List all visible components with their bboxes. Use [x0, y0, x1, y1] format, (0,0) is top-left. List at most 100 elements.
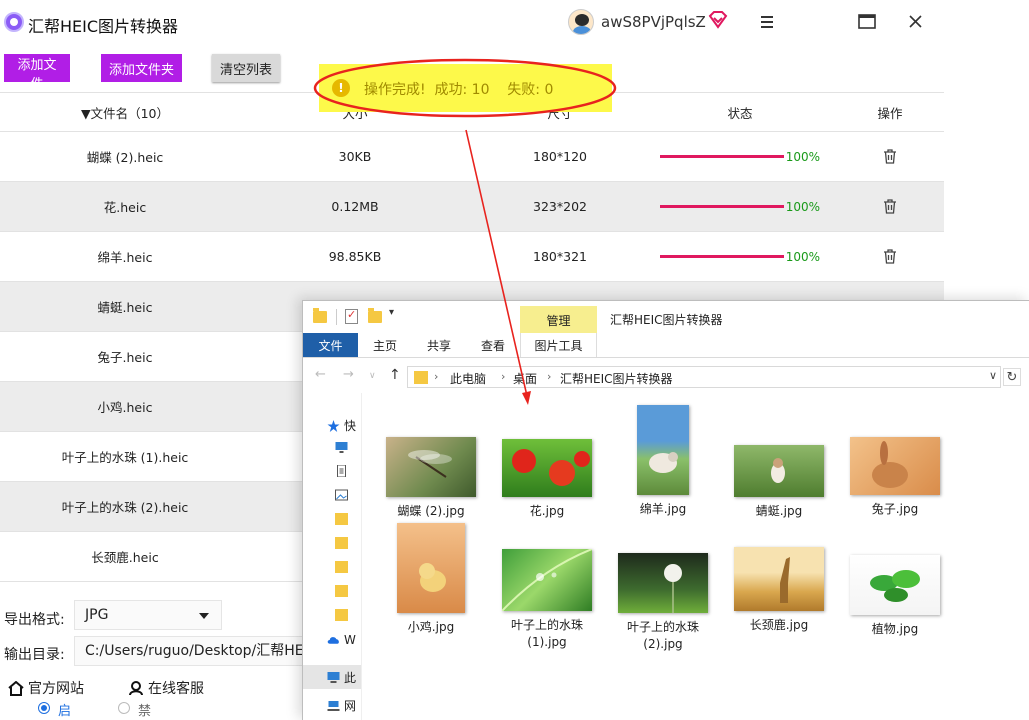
user-name[interactable]: awS8PVjPqlsZ	[601, 13, 706, 31]
nav-onedrive-label: W	[344, 633, 356, 647]
app-title: 汇帮HEIC图片转换器	[28, 17, 179, 36]
nav-quick-access-label: 快	[344, 419, 357, 433]
nav-pictures[interactable]	[335, 489, 348, 501]
progress-bar	[660, 155, 784, 158]
delete-button[interactable]	[840, 132, 940, 181]
radio-disable[interactable]	[118, 702, 130, 714]
file-thumbnail[interactable]: 兔子.jpg	[839, 437, 951, 518]
nav-documents[interactable]	[335, 465, 348, 477]
format-select[interactable]: JPG	[74, 600, 222, 630]
progress-bar	[660, 205, 784, 208]
delete-button[interactable]	[840, 232, 940, 281]
radio-disable-label[interactable]: 禁用	[138, 700, 151, 720]
file-size: 0.12MB	[331, 199, 379, 214]
up-arrow-icon[interactable]: ↑	[389, 367, 401, 383]
folder-icon[interactable]	[313, 308, 327, 323]
new-folder-icon[interactable]	[368, 308, 382, 323]
recent-chevron-icon[interactable]: ∨	[369, 371, 376, 381]
ribbon-context-manage[interactable]: 管理	[520, 306, 597, 334]
file-name: 小鸡.heic	[97, 400, 153, 415]
nav-network[interactable]: 网	[327, 697, 356, 714]
file-thumbnail[interactable]: 绵羊.jpg	[607, 405, 719, 518]
nav-folder[interactable]	[335, 513, 348, 525]
trash-icon[interactable]	[883, 249, 897, 264]
thumbnail-label: 绵羊.jpg	[639, 502, 687, 516]
title-bar: 汇帮HEIC图片转换器 awS8PVjPqlsZ	[0, 0, 944, 46]
table-row[interactable]: 花.heic 0.12MB 323*202 100%	[0, 182, 944, 232]
maximize-icon[interactable]	[855, 10, 879, 34]
breadcrumb-this-pc[interactable]: 此电脑	[450, 370, 486, 387]
radio-enable-label[interactable]: 启用	[58, 700, 71, 720]
trash-icon[interactable]	[883, 199, 897, 214]
nav-onedrive[interactable]: W	[327, 633, 356, 647]
nav-quick-access[interactable]: 快	[327, 417, 356, 434]
radio-enable[interactable]	[38, 702, 50, 714]
nav-folder[interactable]	[335, 561, 348, 573]
forward-arrow-icon[interactable]: →	[343, 367, 354, 382]
tab-view[interactable]: 查看	[469, 333, 517, 357]
file-dimensions: 323*202	[533, 199, 587, 214]
file-name: 兔子.heic	[97, 350, 153, 365]
tab-share[interactable]: 共享	[415, 333, 463, 357]
folder-icon	[335, 561, 348, 573]
menu-icon[interactable]	[755, 10, 779, 34]
file-thumbnail[interactable]: 小鸡.jpg	[375, 523, 487, 636]
file-thumbnail[interactable]: 叶子上的水珠 (1).jpg	[491, 548, 603, 651]
nav-folder[interactable]	[335, 609, 348, 621]
file-name: 绵羊.heic	[97, 250, 153, 265]
official-site-link[interactable]: 官方网站	[8, 678, 84, 698]
file-thumbnail[interactable]: 花.jpg	[491, 439, 603, 520]
properties-icon[interactable]	[345, 308, 358, 324]
add-file-button[interactable]: 添加文件	[4, 54, 70, 92]
breadcrumb-desktop[interactable]: 桌面	[513, 370, 537, 387]
output-dir-label: 输出目录:	[4, 647, 65, 663]
file-thumbnail[interactable]: 蝴蝶 (2).jpg	[375, 437, 487, 520]
nav-folder[interactable]	[335, 537, 348, 549]
file-dimensions: 180*321	[533, 249, 587, 264]
nav-folder[interactable]	[335, 585, 348, 597]
back-arrow-icon[interactable]: ←	[315, 367, 326, 382]
vip-diamond-icon[interactable]	[707, 10, 729, 30]
file-thumbnail[interactable]: 蜻蜓.jpg	[723, 445, 835, 520]
thumbnail-image	[386, 437, 476, 497]
navigation-pane: 快 W 此 网	[303, 393, 361, 720]
file-name: 叶子上的水珠 (1).heic	[61, 450, 189, 465]
close-icon[interactable]	[904, 10, 928, 34]
breadcrumb-separator-icon: ›	[501, 370, 506, 383]
clear-list-button[interactable]: 清空列表	[212, 54, 280, 82]
file-thumbnail[interactable]: 叶子上的水珠 (2).jpg	[607, 553, 719, 653]
folder-icon	[335, 585, 348, 597]
online-service-link[interactable]: 在线客服	[128, 678, 204, 698]
trash-icon[interactable]	[883, 149, 897, 164]
address-bar[interactable]: › 此电脑 › 桌面 › 汇帮HEIC图片转换器 ∨	[407, 366, 1001, 388]
nav-desktop[interactable]	[335, 441, 348, 453]
nav-network-label: 网	[344, 699, 357, 713]
refresh-icon[interactable]: ↻	[1003, 368, 1021, 386]
tab-file[interactable]: 文件	[303, 333, 358, 357]
thumbnail-label: 花.jpg	[529, 504, 565, 518]
toolbar-divider	[336, 309, 337, 325]
output-dir-input[interactable]: C:/Users/ruguo/Desktop/汇帮HE	[74, 636, 304, 666]
breadcrumb-folder[interactable]: 汇帮HEIC图片转换器	[560, 370, 673, 387]
table-row[interactable]: 蝴蝶 (2).heic 30KB 180*120 100%	[0, 132, 944, 182]
thumbnail-label: 蝴蝶 (2).jpg	[397, 504, 465, 518]
add-folder-button[interactable]: 添加文件夹	[101, 54, 182, 82]
picture-icon	[335, 489, 348, 501]
tab-home[interactable]: 主页	[361, 333, 409, 357]
thumbnail-label: 长颈鹿.jpg	[749, 618, 809, 632]
delete-button[interactable]	[840, 182, 940, 231]
file-thumbnail[interactable]: 植物.jpg	[839, 555, 951, 638]
header-name[interactable]: ▼文件名（10）	[0, 93, 250, 131]
file-dimensions: 180*120	[533, 149, 587, 164]
address-dropdown-icon[interactable]: ∨	[989, 369, 997, 382]
home-icon	[8, 680, 24, 696]
avatar[interactable]	[568, 9, 594, 35]
pane-divider	[361, 393, 362, 720]
folder-icon	[335, 513, 348, 525]
tab-picture-tools[interactable]: 图片工具	[520, 333, 597, 357]
customize-dropdown-icon[interactable]: ▾	[389, 307, 394, 318]
file-thumbnail[interactable]: 长颈鹿.jpg	[723, 547, 835, 634]
table-row[interactable]: 绵羊.heic 98.85KB 180*321 100%	[0, 232, 944, 282]
file-size: 30KB	[338, 149, 372, 164]
nav-this-pc[interactable]: 此	[303, 665, 361, 689]
